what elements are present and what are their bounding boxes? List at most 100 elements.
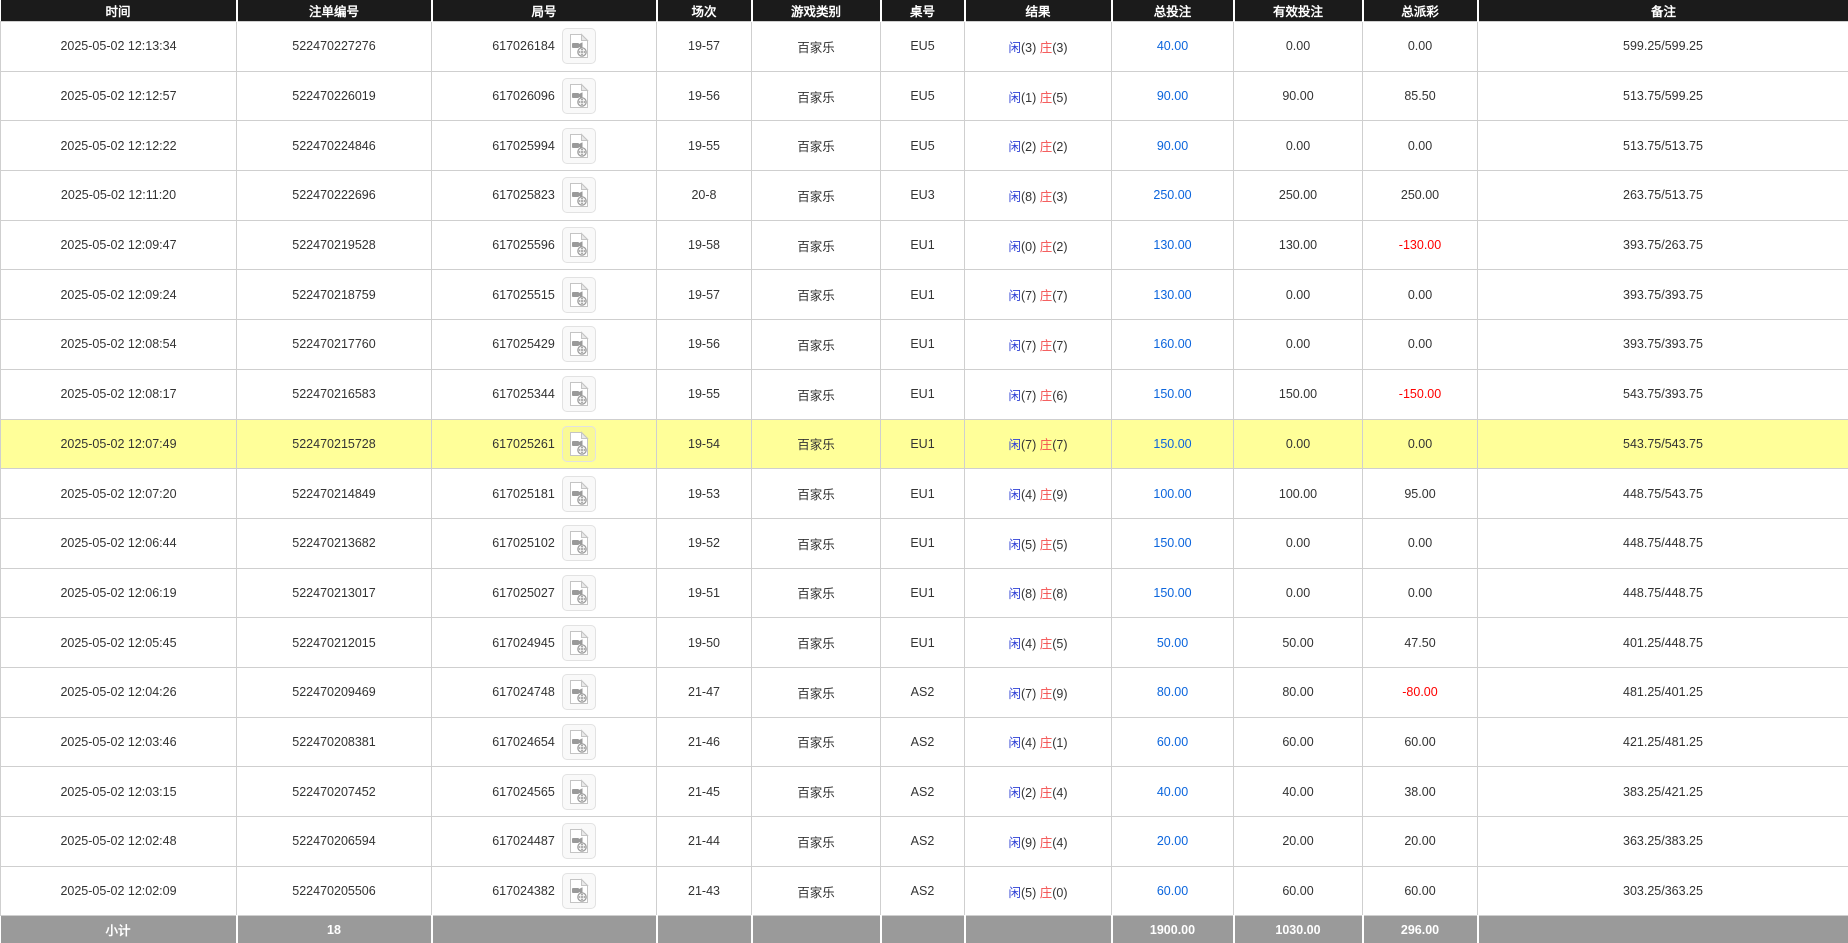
cell-payout: -80.00 [1363, 667, 1478, 717]
table-row[interactable]: 2025-05-02 12:03:15522470207452617024565… [1, 767, 1848, 817]
round-video-button[interactable] [562, 227, 596, 263]
cell-time: 2025-05-02 12:08:17 [1, 369, 237, 419]
cell-time: 2025-05-02 12:12:22 [1, 121, 237, 171]
round-video-button[interactable] [562, 177, 596, 213]
banker-label: 庄 [1040, 736, 1053, 750]
round-video-button[interactable] [562, 724, 596, 760]
cell-payout: 38.00 [1363, 767, 1478, 817]
film-document-icon [568, 232, 590, 258]
cell-valid-bet: 100.00 [1234, 469, 1363, 519]
cell-session: 21-47 [657, 667, 752, 717]
cell-game-type: 百家乐 [752, 320, 881, 370]
cell-round: 617024487 [432, 817, 657, 867]
round-video-button[interactable] [562, 774, 596, 810]
table-row[interactable]: 2025-05-02 12:13:34522470227276617026184… [1, 22, 1848, 72]
cell-game-type: 百家乐 [752, 717, 881, 767]
round-video-button[interactable] [562, 525, 596, 561]
table-row[interactable]: 2025-05-02 12:09:24522470218759617025515… [1, 270, 1848, 320]
banker-label: 庄 [1040, 886, 1053, 900]
subtotal-count: 18 [237, 916, 432, 943]
banker-score: (8) [1052, 587, 1067, 601]
round-video-button[interactable] [562, 78, 596, 114]
cell-table-no: EU1 [881, 220, 965, 270]
table-row[interactable]: 2025-05-02 12:06:19522470213017617025027… [1, 568, 1848, 618]
cell-valid-bet: 0.00 [1234, 518, 1363, 568]
film-document-icon [568, 381, 590, 407]
player-label: 闲 [1008, 140, 1021, 154]
table-row[interactable]: 2025-05-02 12:05:45522470212015617024945… [1, 618, 1848, 668]
table-row[interactable]: 2025-05-02 12:11:20522470222696617025823… [1, 171, 1848, 221]
cell-table-no: EU1 [881, 518, 965, 568]
cell-round: 617024565 [432, 767, 657, 817]
table-row[interactable]: 2025-05-02 12:08:54522470217760617025429… [1, 320, 1848, 370]
round-video-button[interactable] [562, 376, 596, 412]
cell-round: 617025181 [432, 469, 657, 519]
round-number-group: 617024565 [432, 774, 656, 810]
cell-game-type: 百家乐 [752, 171, 881, 221]
round-video-button[interactable] [562, 823, 596, 859]
table-row[interactable]: 2025-05-02 12:07:20522470214849617025181… [1, 469, 1848, 519]
table-row[interactable]: 2025-05-02 12:07:49522470215728617025261… [1, 419, 1848, 469]
film-document-icon [568, 729, 590, 755]
cell-remark: 393.75/263.75 [1478, 220, 1848, 270]
round-video-button[interactable] [562, 128, 596, 164]
subtotal-valid-bet: 1030.00 [1234, 916, 1363, 943]
banker-score: (9) [1052, 687, 1067, 701]
cell-session: 21-44 [657, 817, 752, 867]
cell-bet-id: 522470217760 [237, 320, 432, 370]
cell-time: 2025-05-02 12:08:54 [1, 320, 237, 370]
cell-result: 闲(4) 庄(9) [965, 469, 1112, 519]
bet-records-table: 时间注单编号局号场次游戏类别桌号结果总投注有效投注总派彩备注 2025-05-0… [0, 0, 1848, 943]
cell-round: 617025261 [432, 419, 657, 469]
column-header-total_bet: 总投注 [1112, 0, 1234, 22]
cell-valid-bet: 20.00 [1234, 817, 1363, 867]
banker-score: (9) [1052, 488, 1067, 502]
cell-remark: 393.75/393.75 [1478, 320, 1848, 370]
cell-table-no: AS2 [881, 717, 965, 767]
cell-round: 617025823 [432, 171, 657, 221]
cell-round: 617025596 [432, 220, 657, 270]
table-row[interactable]: 2025-05-02 12:08:17522470216583617025344… [1, 369, 1848, 419]
round-video-button[interactable] [562, 326, 596, 362]
banker-score: (5) [1052, 91, 1067, 105]
film-document-icon [568, 481, 590, 507]
table-row[interactable]: 2025-05-02 12:12:57522470226019617026096… [1, 71, 1848, 121]
cell-remark: 393.75/393.75 [1478, 270, 1848, 320]
round-video-button[interactable] [562, 575, 596, 611]
round-video-button[interactable] [562, 873, 596, 909]
table-row[interactable]: 2025-05-02 12:04:26522470209469617024748… [1, 667, 1848, 717]
table-row[interactable]: 2025-05-02 12:06:44522470213682617025102… [1, 518, 1848, 568]
table-row[interactable]: 2025-05-02 12:09:47522470219528617025596… [1, 220, 1848, 270]
round-video-button[interactable] [562, 625, 596, 661]
banker-label: 庄 [1040, 289, 1053, 303]
round-video-button[interactable] [562, 277, 596, 313]
cell-table-no: AS2 [881, 767, 965, 817]
cell-game-type: 百家乐 [752, 518, 881, 568]
player-label: 闲 [1008, 41, 1021, 55]
table-row[interactable]: 2025-05-02 12:02:09522470205506617024382… [1, 866, 1848, 916]
cell-result: 闲(7) 庄(7) [965, 419, 1112, 469]
table-row[interactable]: 2025-05-02 12:02:48522470206594617024487… [1, 817, 1848, 867]
cell-bet-id: 522470208381 [237, 717, 432, 767]
cell-time: 2025-05-02 12:07:49 [1, 419, 237, 469]
cell-time: 2025-05-02 12:09:24 [1, 270, 237, 320]
column-header-table_no: 桌号 [881, 0, 965, 22]
cell-table-no: EU1 [881, 618, 965, 668]
banker-score: (2) [1052, 240, 1067, 254]
cell-session: 20-8 [657, 171, 752, 221]
cell-table-no: EU1 [881, 469, 965, 519]
table-row[interactable]: 2025-05-02 12:03:46522470208381617024654… [1, 717, 1848, 767]
round-video-button[interactable] [562, 674, 596, 710]
cell-bet-id: 522470213682 [237, 518, 432, 568]
table-row[interactable]: 2025-05-02 12:12:22522470224846617025994… [1, 121, 1848, 171]
round-number-group: 617024487 [432, 823, 656, 859]
round-video-button[interactable] [562, 476, 596, 512]
round-video-button[interactable] [562, 426, 596, 462]
cell-session: 19-51 [657, 568, 752, 618]
round-video-button[interactable] [562, 28, 596, 64]
cell-time: 2025-05-02 12:13:34 [1, 22, 237, 72]
cell-table-no: EU5 [881, 71, 965, 121]
cell-game-type: 百家乐 [752, 618, 881, 668]
film-document-icon [568, 828, 590, 854]
banker-label: 庄 [1040, 240, 1053, 254]
